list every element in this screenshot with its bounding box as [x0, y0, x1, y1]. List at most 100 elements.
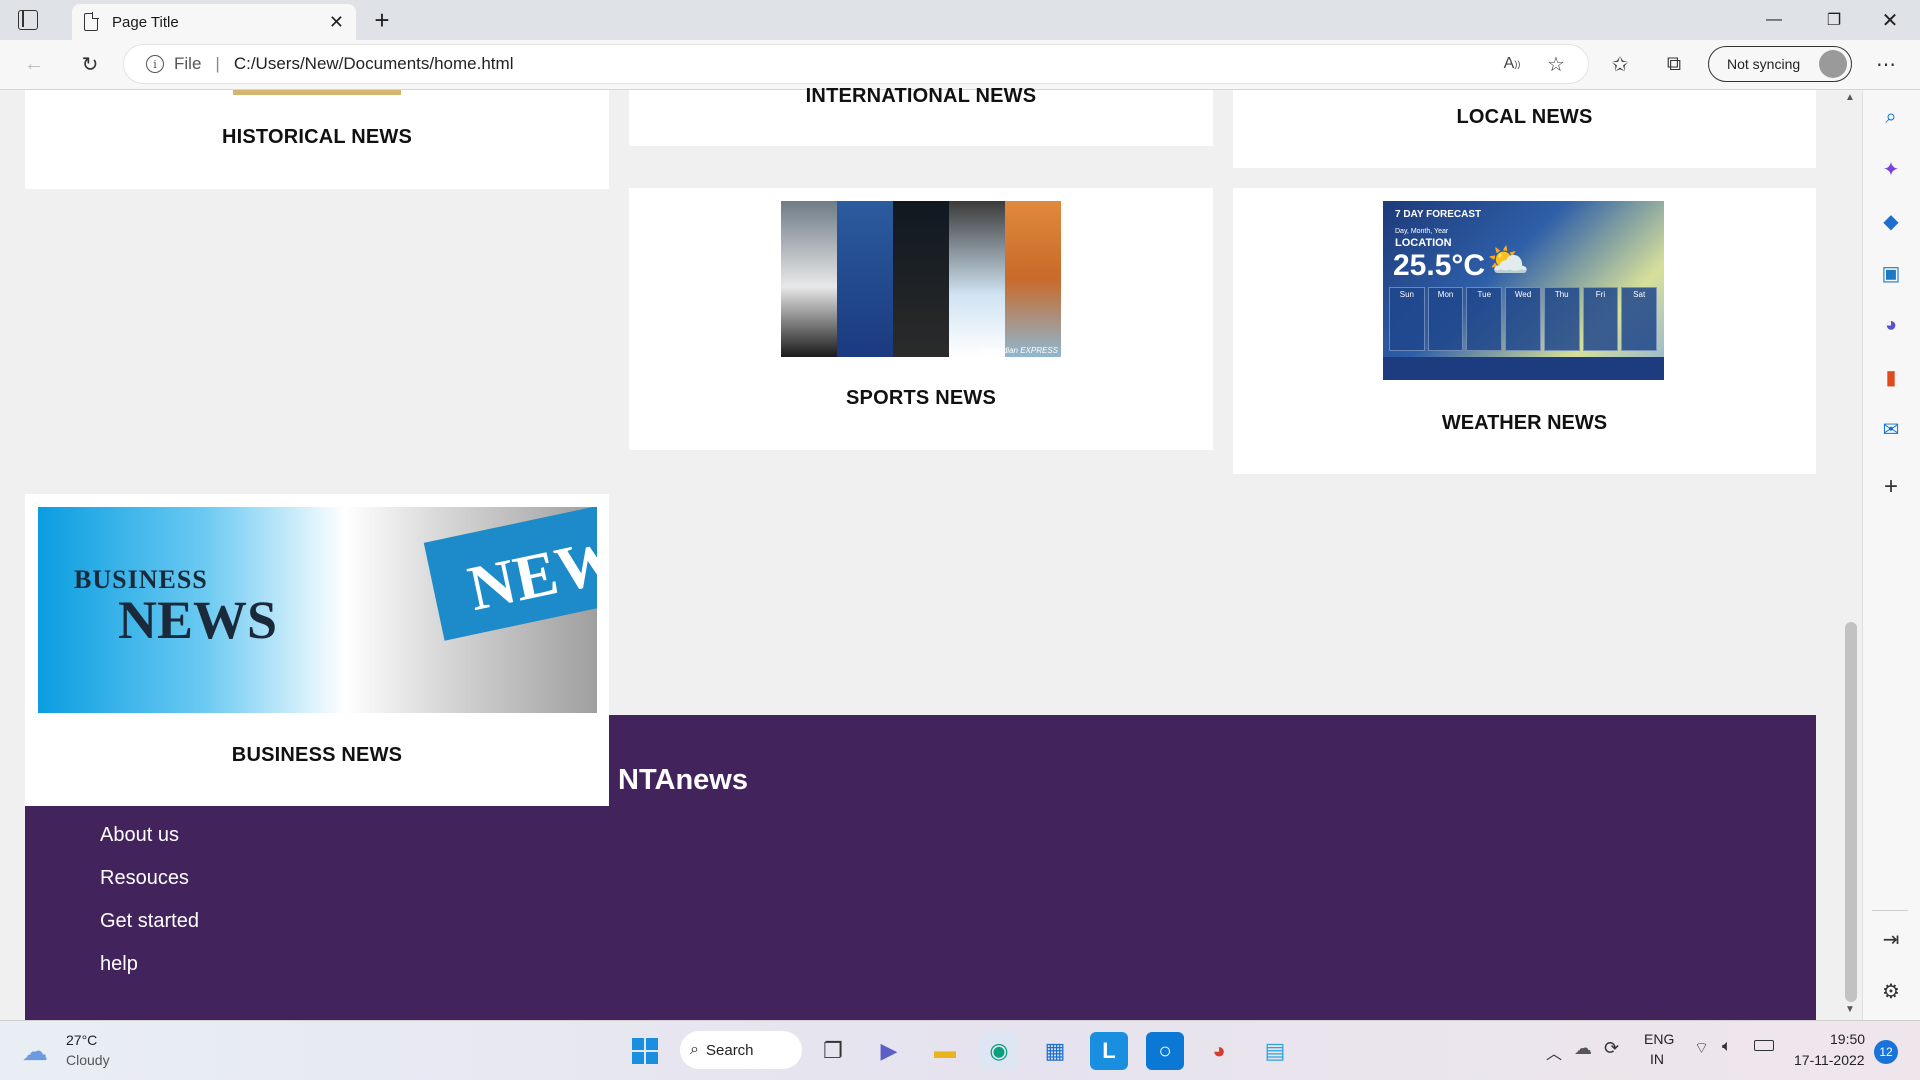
- weather-cloud-icon[interactable]: ☁: [22, 1036, 48, 1067]
- card-title-weather: WEATHER NEWS: [1441, 412, 1608, 434]
- card-sports[interactable]: The Indian EXPRESS SPORTS NEWS: [629, 188, 1213, 450]
- weather-day: Thu: [1543, 287, 1580, 351]
- scroll-down-arrow[interactable]: ▼: [1845, 1004, 1855, 1015]
- card-title: BUSINESS NEWS: [231, 744, 403, 766]
- footer-link-help[interactable]: help: [100, 953, 138, 976]
- avatar: [1819, 50, 1847, 78]
- volume-icon[interactable]: 🔈︎: [1722, 1038, 1732, 1056]
- footer-link-about[interactable]: About us: [100, 824, 179, 847]
- footer: [609, 715, 1816, 1020]
- url-text[interactable]: C:/Users/New/Documents/home.html: [234, 54, 514, 74]
- business-news-image: NEW BUSINESS NEWS: [38, 507, 597, 713]
- settings-gear-icon[interactable]: ⚙: [1876, 976, 1906, 1006]
- close-tab-icon[interactable]: ✕: [329, 12, 344, 33]
- taskbar-weather-desc[interactable]: Cloudy: [66, 1052, 110, 1068]
- profile-label: Not syncing: [1727, 56, 1801, 72]
- footer-brand: NTAnews: [618, 764, 748, 796]
- more-menu-icon[interactable]: ⋯: [1868, 46, 1904, 82]
- search-icon: ⌕: [690, 1041, 699, 1058]
- address-separator: |: [215, 54, 220, 73]
- card-historical[interactable]: HISTORICAL NEWS: [25, 90, 609, 189]
- weather-temperature: 25.5°C: [1393, 249, 1486, 282]
- favorites-icon[interactable]: ✩: [1602, 46, 1638, 82]
- add-sidebar-icon[interactable]: +: [1876, 472, 1906, 502]
- address-prefix: File: [174, 54, 202, 73]
- weather-header: 7 DAY FORECAST: [1395, 209, 1482, 220]
- new-tab-button[interactable]: +: [366, 4, 398, 36]
- card-title: SPORTS NEWS: [846, 387, 996, 409]
- weather-days: Sun Mon Tue Wed Thu Fri Sat: [1389, 287, 1658, 351]
- card-title: INTERNATIONAL NEWS: [805, 85, 1037, 107]
- scroll-up-arrow[interactable]: ▲: [1845, 92, 1855, 103]
- show-hidden-icons[interactable]: ︿: [1546, 1040, 1562, 1064]
- taskbar-weather-temp[interactable]: 27°C: [66, 1032, 97, 1048]
- collections-icon[interactable]: ⧉: [1656, 46, 1692, 82]
- document-icon: [84, 12, 99, 31]
- language-eng[interactable]: ENG: [1644, 1031, 1674, 1047]
- store-icon[interactable]: ▦: [1036, 1032, 1074, 1070]
- search-icon[interactable]: ⌕: [1876, 102, 1906, 132]
- taskbar-search[interactable]: ⌕ Search: [680, 1031, 802, 1069]
- address-bar[interactable]: i File | C:/Users/New/Documents/home.htm…: [124, 45, 1588, 83]
- restore-button[interactable]: ❐: [1806, 0, 1862, 40]
- start-windows-icon[interactable]: [626, 1032, 664, 1070]
- sync-icon[interactable]: ⟳: [1604, 1038, 1619, 1059]
- tab-title: Page Title: [112, 13, 179, 31]
- card-local[interactable]: LOCAL NEWS: [1233, 90, 1816, 168]
- taskbar-search-label: Search: [706, 1041, 754, 1059]
- weather-day: Sun: [1389, 287, 1425, 351]
- weather-forecast-image: 7 DAY FORECAST Day, Month, Year LOCATION…: [1383, 201, 1664, 380]
- games-icon[interactable]: ◕: [1876, 310, 1906, 340]
- tab-page-title[interactable]: Page Title ✕: [72, 4, 356, 40]
- onedrive-icon[interactable]: ☁: [1574, 1038, 1592, 1059]
- read-aloud-icon[interactable]: A)): [1494, 46, 1530, 82]
- business-line2: NEWS: [118, 590, 278, 650]
- cortana-icon[interactable]: ○: [1146, 1032, 1184, 1070]
- footer-link-resources[interactable]: Resouces: [100, 867, 189, 890]
- info-icon[interactable]: i: [146, 55, 164, 73]
- clock-time[interactable]: 19:50: [1830, 1031, 1865, 1047]
- shopping-icon[interactable]: ◆: [1876, 206, 1906, 236]
- add-favorite-icon[interactable]: ☆: [1538, 46, 1574, 82]
- edge-browser-icon[interactable]: ◉: [980, 1032, 1018, 1070]
- scrollbar-thumb[interactable]: [1845, 622, 1857, 1002]
- notification-badge[interactable]: 12: [1874, 1040, 1898, 1064]
- outlook-icon[interactable]: ✉: [1876, 414, 1906, 444]
- tools-icon[interactable]: ▣: [1876, 258, 1906, 288]
- footer-link-get-started[interactable]: Get started: [100, 910, 199, 933]
- wifi-icon[interactable]: ⌔: [1694, 1038, 1709, 1058]
- profile-button[interactable]: Not syncing: [1708, 46, 1852, 82]
- weather-day: Tue: [1466, 287, 1503, 351]
- file-explorer-icon[interactable]: ▬: [926, 1032, 964, 1070]
- notepad-icon[interactable]: ▤: [1256, 1032, 1294, 1070]
- weather-day: Mon: [1427, 287, 1464, 351]
- clock-date[interactable]: 17-11-2022: [1794, 1052, 1865, 1068]
- l-app-icon[interactable]: L: [1090, 1032, 1128, 1070]
- weather-location: LOCATION: [1395, 237, 1452, 249]
- task-view-icon[interactable]: ❐: [814, 1032, 852, 1070]
- weather-day: Fri: [1582, 287, 1619, 351]
- card-international[interactable]: INTERNATIONAL NEWS: [629, 85, 1213, 146]
- weather-day: Sat: [1621, 287, 1658, 351]
- card-title: HISTORICAL NEWS: [221, 126, 413, 148]
- teams-chat-icon[interactable]: ▶: [870, 1032, 908, 1070]
- hide-sidebar-icon[interactable]: ⇥: [1876, 924, 1906, 954]
- historical-image-strip: [233, 90, 401, 95]
- office-icon[interactable]: ▮: [1876, 362, 1906, 392]
- sports-image-credit: The Indian EXPRESS: [980, 346, 1058, 355]
- sidebar-divider: [1872, 910, 1908, 911]
- battery-icon[interactable]: [1754, 1040, 1774, 1051]
- sports-image: The Indian EXPRESS: [781, 201, 1061, 357]
- close-window-button[interactable]: ✕: [1862, 0, 1918, 40]
- tab-actions-icon[interactable]: [18, 10, 38, 30]
- back-button[interactable]: ←: [16, 46, 52, 82]
- discover-icon[interactable]: ✦: [1876, 154, 1906, 184]
- card-title: LOCAL NEWS: [1456, 106, 1593, 128]
- weather-date-label: Day, Month, Year: [1395, 228, 1449, 235]
- minimize-button[interactable]: —: [1746, 0, 1802, 40]
- refresh-button[interactable]: ↻: [72, 46, 108, 82]
- cloud-sun-icon: ⛅: [1487, 242, 1530, 280]
- chrome-icon[interactable]: ◕: [1200, 1032, 1238, 1070]
- language-in[interactable]: IN: [1650, 1051, 1664, 1067]
- weather-day: Wed: [1505, 287, 1541, 351]
